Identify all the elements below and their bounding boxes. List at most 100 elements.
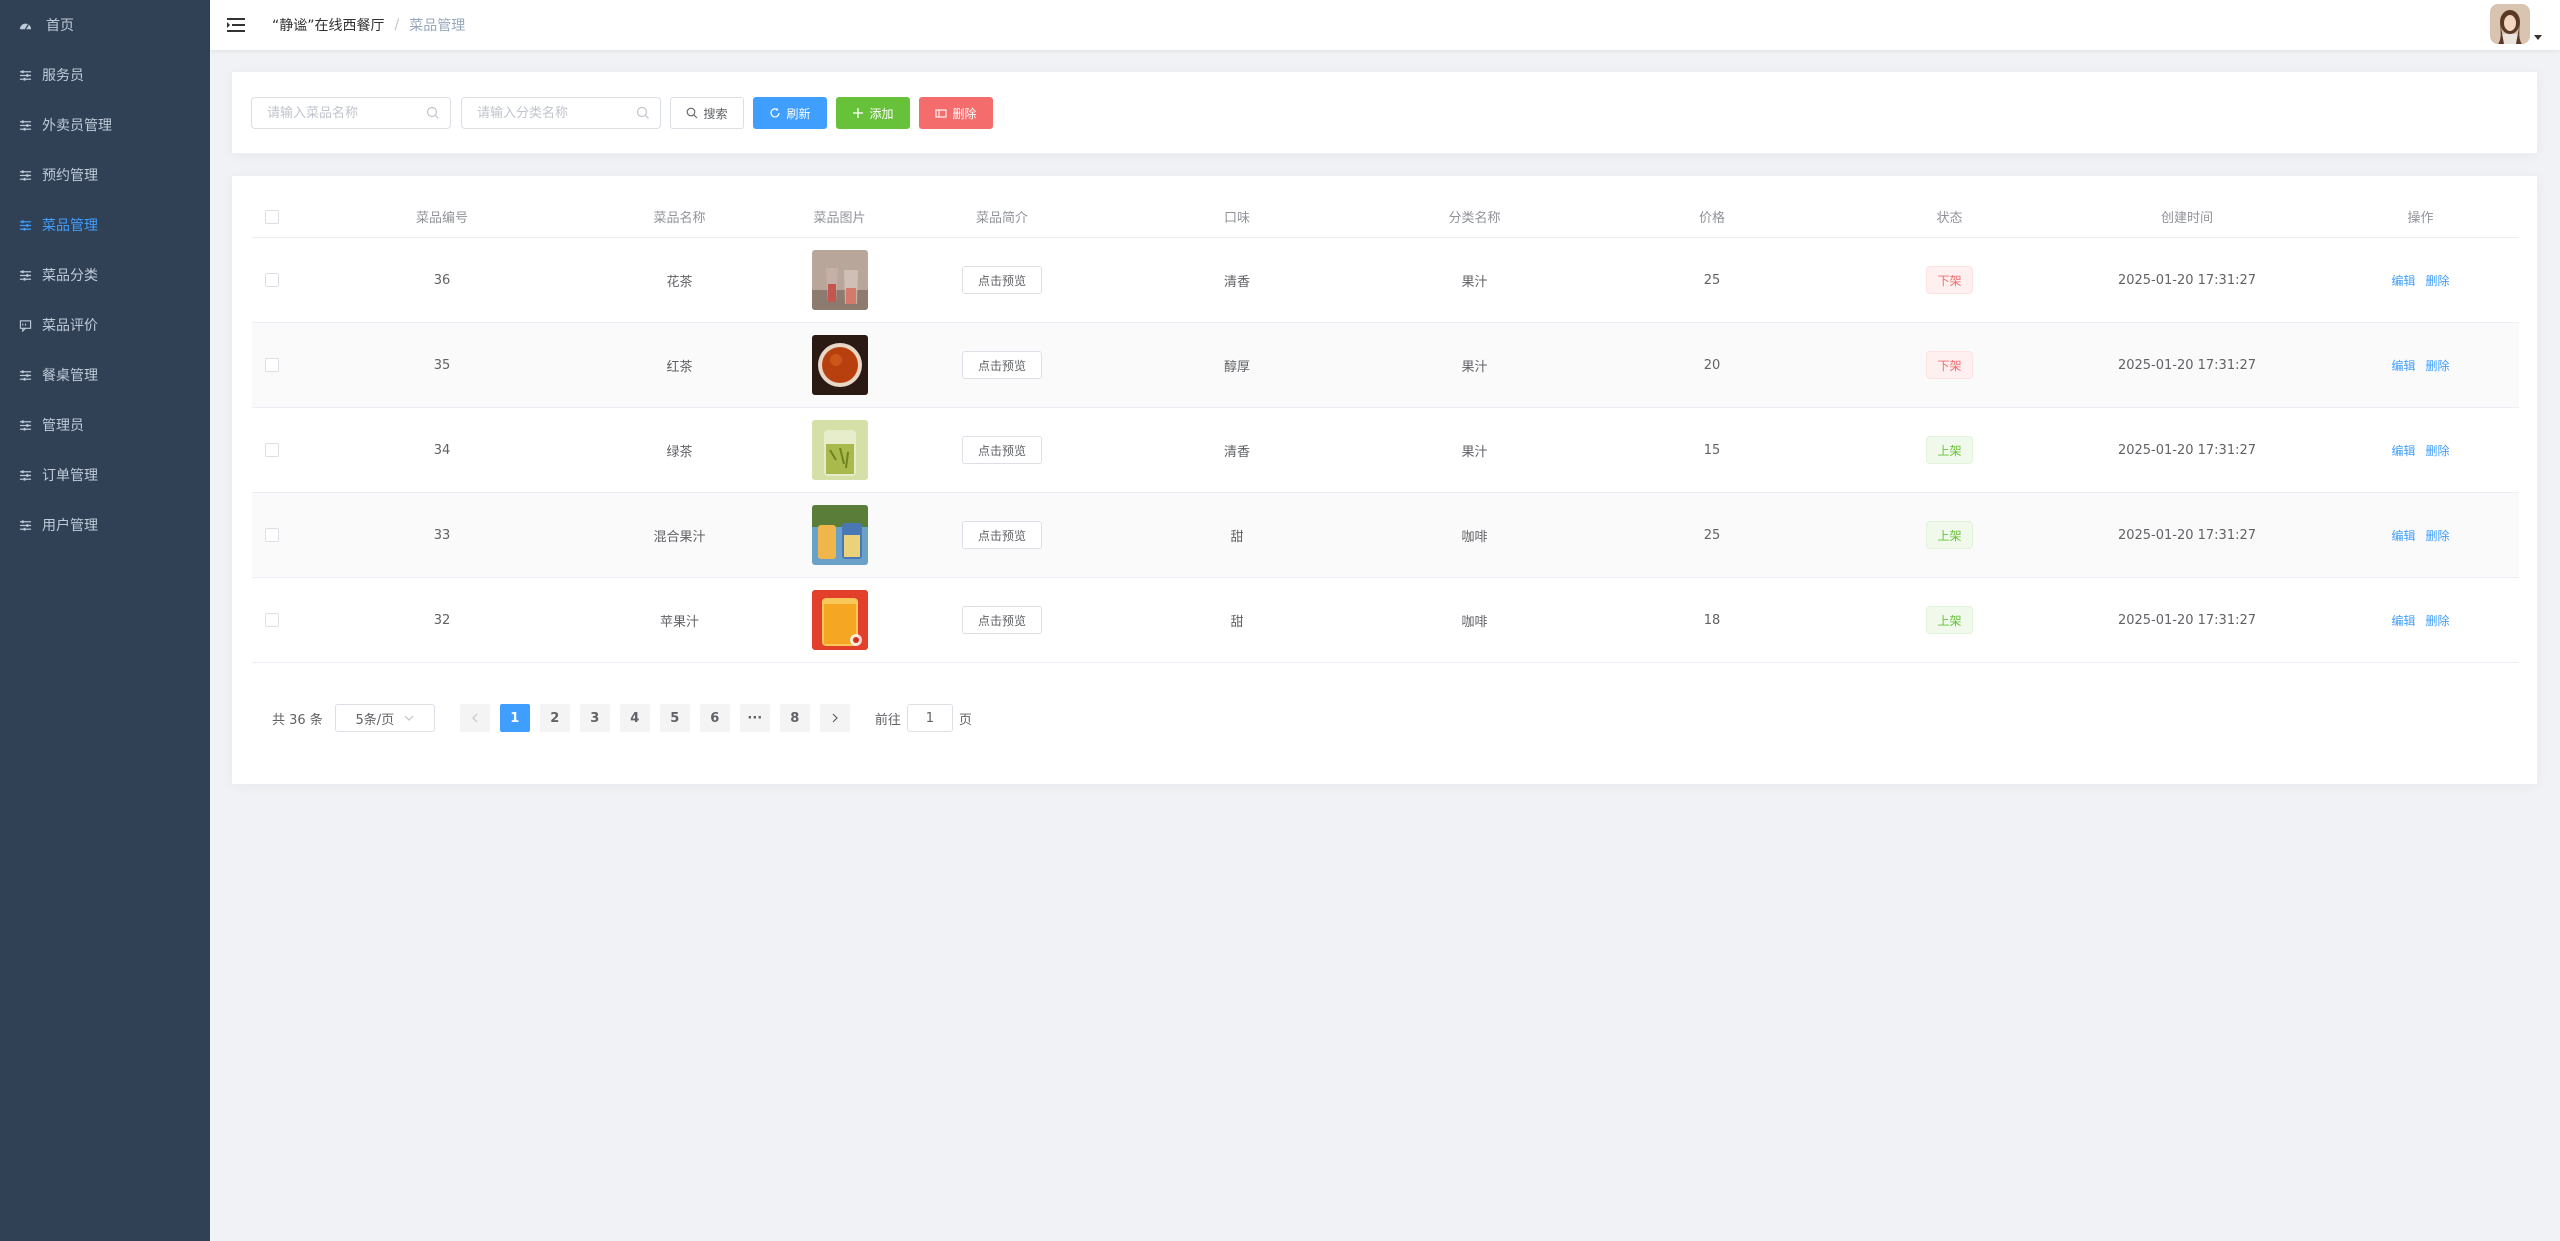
- sidebar-item-7[interactable]: 餐桌管理: [0, 350, 210, 400]
- delete-link[interactable]: 删除: [2426, 527, 2450, 544]
- edit-link[interactable]: 编辑: [2391, 442, 2415, 459]
- user-menu[interactable]: [2490, 4, 2542, 44]
- edit-link[interactable]: 编辑: [2391, 612, 2415, 629]
- edit-link[interactable]: 编辑: [2391, 272, 2415, 289]
- preview-button[interactable]: 点击预览: [962, 351, 1042, 379]
- sidebar-item-label: 首页: [46, 18, 74, 34]
- black-tea-photo[interactable]: [811, 335, 868, 395]
- page-button[interactable]: 8: [779, 704, 810, 732]
- add-button[interactable]: 添加: [836, 97, 910, 129]
- sidebar-item-0[interactable]: 首页: [0, 0, 210, 50]
- sidebar-item-2[interactable]: 外卖员管理: [0, 100, 210, 150]
- more-pages-button[interactable]: ···: [739, 704, 770, 732]
- sliders-icon: [18, 518, 32, 532]
- table-row: 32 苹果汁 点击预览 甜 咖啡 18 上架 2025-01-20 17:31:27 编辑 删除: [252, 578, 2519, 663]
- page-button[interactable]: 1: [499, 704, 530, 732]
- page-button[interactable]: 2: [539, 704, 570, 732]
- row-actions: 编辑 删除: [2332, 578, 2509, 662]
- avatar[interactable]: [2490, 4, 2530, 44]
- dish-taste: 甜: [1230, 529, 1244, 545]
- preview-button[interactable]: 点击预览: [962, 521, 1042, 549]
- page-size-select[interactable]: 5条/页: [334, 704, 435, 732]
- select-all-checkbox[interactable]: [265, 209, 279, 224]
- dish-description-cell: 点击预览: [912, 238, 1092, 322]
- row-checkbox[interactable]: [265, 528, 279, 542]
- dish-image-cell: [767, 578, 912, 662]
- breadcrumb-current: 菜品管理: [409, 18, 466, 34]
- dish-created-time: 2025-01-20 17:31:27: [2117, 527, 2257, 543]
- search-button[interactable]: 搜索: [670, 97, 744, 129]
- preview-button[interactable]: 点击预览: [962, 266, 1042, 294]
- row-actions: 编辑 删除: [2332, 408, 2509, 492]
- sidebar-item-10[interactable]: 用户管理: [0, 500, 210, 550]
- batch-delete-button[interactable]: 删除: [919, 97, 993, 129]
- dish-name: 绿茶: [666, 444, 693, 460]
- preview-button[interactable]: 点击预览: [962, 436, 1042, 464]
- goto-page-input[interactable]: [906, 704, 953, 732]
- delete-link[interactable]: 删除: [2426, 272, 2450, 289]
- row-actions: 编辑 删除: [2332, 493, 2509, 577]
- page-button[interactable]: 4: [619, 704, 650, 732]
- table-body: 36 花茶 点击预览 清香 果汁 25 下架 2025-01-20 17:31:27 编辑 删除 3…: [252, 238, 2519, 663]
- flower-tea-photo[interactable]: [811, 250, 868, 310]
- row-check-cell: [252, 493, 292, 577]
- status-badge: 上架: [1926, 521, 1973, 549]
- page-button[interactable]: 6: [699, 704, 730, 732]
- edit-link[interactable]: 编辑: [2391, 357, 2415, 374]
- plus-icon: [853, 108, 864, 118]
- sidebar-item-5[interactable]: 菜品分类: [0, 250, 210, 300]
- goto-suffix: 页: [958, 712, 972, 728]
- goto-page: 前往 页: [875, 704, 972, 732]
- sidebar-item-3[interactable]: 预约管理: [0, 150, 210, 200]
- page-button[interactable]: 3: [579, 704, 610, 732]
- sidebar-item-9[interactable]: 订单管理: [0, 450, 210, 500]
- row-checkbox[interactable]: [265, 273, 279, 287]
- dish-image-cell: [767, 238, 912, 322]
- sliders-icon: [18, 368, 32, 382]
- refresh-button[interactable]: 刷新: [753, 97, 827, 129]
- dish-taste: 清香: [1223, 274, 1250, 290]
- header-created-time: 创建时间: [2160, 211, 2213, 226]
- breadcrumb-separator: /: [394, 17, 400, 33]
- green-tea-photo[interactable]: [811, 420, 868, 480]
- top-header: “静谧”在线西餐厅 / 菜品管理: [210, 0, 2560, 50]
- next-page-button[interactable]: [819, 704, 850, 732]
- prev-page-button[interactable]: [459, 704, 490, 732]
- mixed-juice-photo[interactable]: [811, 505, 868, 565]
- delete-link[interactable]: 删除: [2426, 357, 2450, 374]
- row-checkbox[interactable]: [265, 443, 279, 457]
- sliders-icon: [18, 418, 32, 432]
- dish-price: 15: [1703, 442, 1721, 458]
- breadcrumb-home[interactable]: “静谧”在线西餐厅: [272, 15, 385, 35]
- header-description: 菜品简介: [975, 211, 1028, 226]
- sidebar-item-4[interactable]: 菜品管理: [0, 200, 210, 250]
- delete-link[interactable]: 删除: [2426, 612, 2450, 629]
- goto-prefix: 前往: [874, 712, 901, 728]
- page-button[interactable]: 5: [659, 704, 690, 732]
- apple-juice-photo[interactable]: [811, 590, 868, 650]
- comment-icon: [18, 318, 32, 332]
- sliders-icon: [18, 468, 32, 482]
- sidebar-item-8[interactable]: 管理员: [0, 400, 210, 450]
- delete-icon: [935, 109, 948, 118]
- edit-link[interactable]: 编辑: [2391, 527, 2415, 544]
- header-name: 菜品名称: [653, 211, 706, 226]
- hamburger-menu-icon[interactable]: [226, 15, 246, 35]
- sidebar-item-1[interactable]: 服务员: [0, 50, 210, 100]
- sliders-icon: [18, 68, 32, 82]
- caret-down-icon[interactable]: [2534, 35, 2542, 40]
- chevron-left-icon: [471, 713, 478, 723]
- preview-button[interactable]: 点击预览: [962, 606, 1042, 634]
- dish-description-cell: 点击预览: [912, 493, 1092, 577]
- sidebar-item-label: 预约管理: [42, 168, 98, 184]
- dish-category: 果汁: [1461, 359, 1488, 375]
- sidebar-item-6[interactable]: 菜品评价: [0, 300, 210, 350]
- search-toolbar: 搜索 刷新 添加 删除: [231, 71, 2538, 154]
- delete-link[interactable]: 删除: [2426, 442, 2450, 459]
- row-checkbox[interactable]: [265, 613, 279, 627]
- dish-name-search-input[interactable]: [251, 97, 451, 129]
- pagination-total: 共 36 条: [272, 712, 323, 728]
- row-checkbox[interactable]: [265, 358, 279, 372]
- category-name-search-input[interactable]: [461, 97, 661, 129]
- sidebar-item-label: 服务员: [42, 68, 84, 84]
